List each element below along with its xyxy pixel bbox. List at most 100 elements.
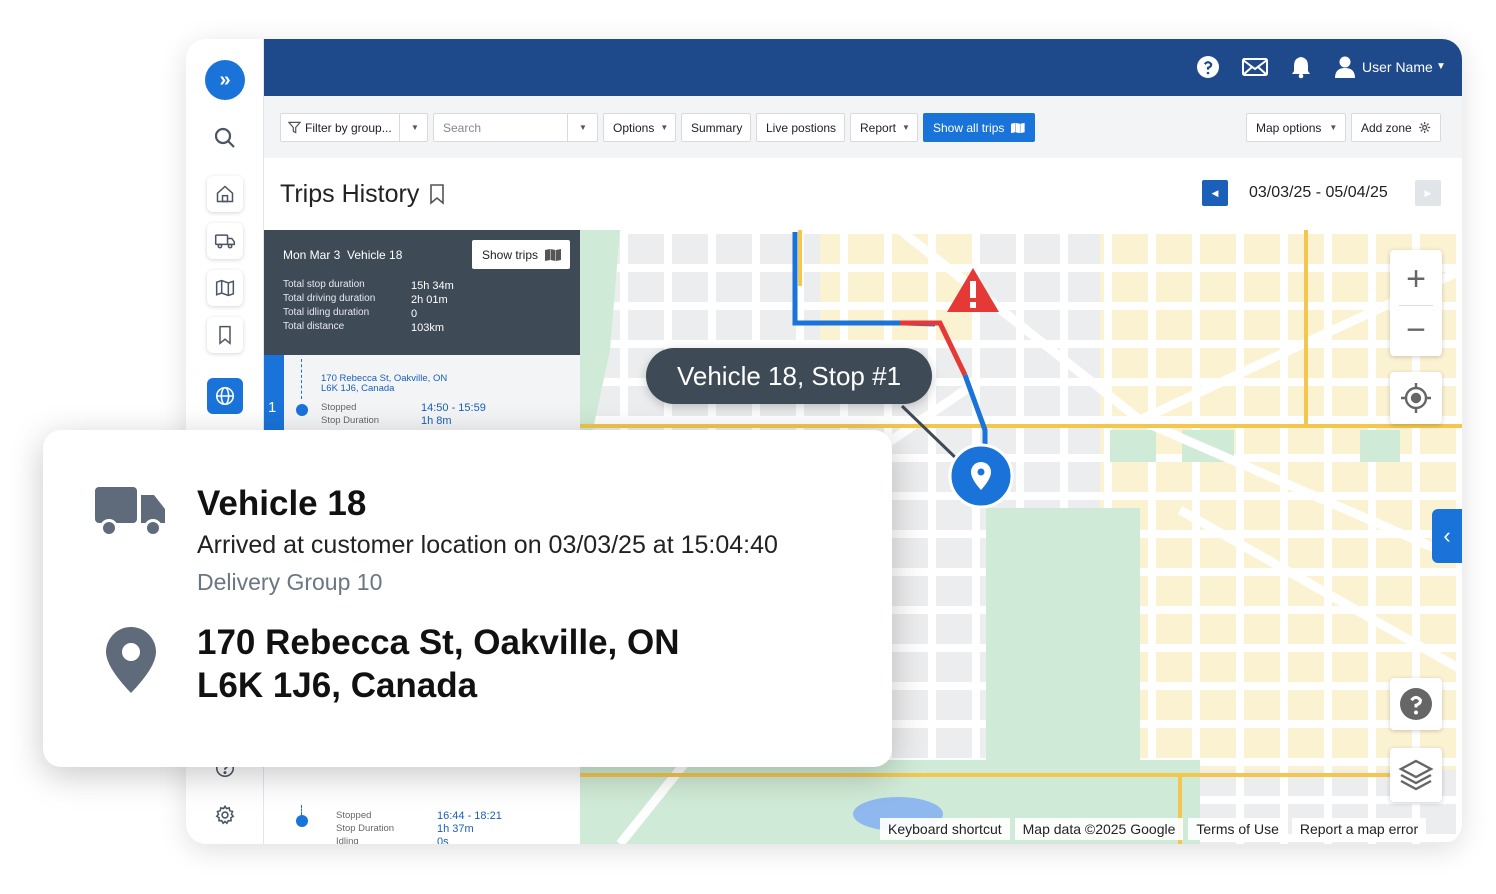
location-pin-icon — [948, 443, 1014, 509]
add-zone-button[interactable]: Add zone — [1351, 113, 1441, 142]
help-icon[interactable] — [1390, 678, 1442, 730]
map-options-button[interactable]: Map options ▼ — [1246, 113, 1346, 142]
expand-icon[interactable]: » — [205, 60, 245, 100]
search-dropdown[interactable]: Search ▼ — [433, 113, 598, 142]
show-trips-label: Show trips — [482, 247, 539, 262]
search-caret-icon: ▼ — [579, 123, 587, 132]
gear-icon — [1418, 121, 1430, 134]
envelope-icon[interactable] — [1242, 58, 1268, 81]
summary-value: 2h 01m — [411, 294, 448, 306]
title-bar: Trips History ◀ 03/03/25 - 05/04/25 ▶ — [264, 158, 1462, 230]
report-label: Report — [860, 120, 897, 135]
stop-dot — [296, 815, 308, 827]
summary-label: Total idling duration — [283, 307, 370, 318]
stop-duration: 1h 8m — [421, 415, 452, 427]
map-data-credit: Map data ©2025 Google — [1014, 818, 1184, 840]
date-range[interactable]: 03/03/25 - 05/04/25 — [1249, 184, 1388, 202]
summary-value: 0 — [411, 308, 418, 320]
address-line2: L6K 1J6, Canada — [197, 666, 478, 705]
bookmark-icon[interactable] — [207, 317, 243, 353]
show-trips-button[interactable]: Show trips — [472, 240, 570, 269]
help-circle-icon[interactable] — [1196, 55, 1220, 84]
options-label: Options — [613, 120, 655, 135]
stop-time: 14:50 - 15:59 — [421, 402, 486, 414]
user-name[interactable]: User Name — [1362, 59, 1433, 75]
page-title: Trips History — [280, 180, 420, 208]
trip-summary: Mon Mar 3 Vehicle 18 Show trips Total st… — [264, 230, 580, 355]
options-caret-icon: ▼ — [660, 123, 669, 132]
toolbar: Filter by group... ▼ Search ▼ Options ▼ … — [264, 96, 1462, 158]
summary-value: 15h 34m — [411, 280, 454, 292]
group-name: Delivery Group 10 — [197, 569, 383, 595]
map-icon — [1011, 122, 1025, 133]
zoom-in-icon[interactable]: + — [1406, 262, 1426, 296]
truck-icon — [95, 487, 167, 544]
stop-duration: 1h 37m — [437, 823, 474, 835]
map-icon — [545, 248, 562, 261]
stop-duration-label: Stop Duration — [321, 415, 380, 426]
summary-label: Total stop duration — [283, 279, 365, 290]
truck-icon[interactable] — [207, 223, 243, 259]
zoom-out-icon[interactable]: − — [1406, 313, 1426, 347]
trip-date: Mon Mar 3 — [283, 248, 341, 262]
my-location-icon[interactable] — [1390, 372, 1442, 424]
live-positions-button[interactable]: Live postions — [756, 113, 845, 142]
address-line1: 170 Rebecca St, Oakville, ON — [197, 623, 680, 662]
home-icon[interactable] — [207, 176, 243, 212]
summary-label: Total distance — [283, 321, 345, 332]
filter-by-group-dropdown[interactable]: Filter by group... ▼ — [280, 113, 428, 142]
stop-time: 16:44 - 18:21 — [437, 810, 502, 822]
terms-link[interactable]: Terms of Use — [1188, 818, 1287, 840]
stop-number: 1 — [264, 355, 284, 430]
filter-label: Filter by group... — [305, 120, 392, 135]
prev-date-button[interactable]: ◀ — [1202, 180, 1228, 206]
search-icon[interactable] — [207, 120, 243, 156]
collapse-panel-icon[interactable]: ‹ — [1432, 509, 1462, 563]
user-menu-caret-icon[interactable]: ▼ — [1436, 61, 1446, 72]
stop-status: Stopped — [321, 402, 357, 413]
map-icon[interactable] — [207, 270, 243, 306]
show-all-trips-button[interactable]: Show all trips — [923, 113, 1035, 142]
report-error-link[interactable]: Report a map error — [1291, 818, 1427, 840]
filter-caret-icon: ▼ — [411, 123, 419, 132]
zoom-controls: + − — [1390, 250, 1442, 356]
globe-icon[interactable] — [207, 378, 243, 414]
next-date-button[interactable]: ▶ — [1415, 180, 1441, 206]
filter-icon — [288, 121, 301, 134]
bookmark-icon[interactable] — [428, 183, 446, 210]
stop-item[interactable]: Stopped 16:44 - 18:21 Stop Duration 1h 3… — [264, 805, 580, 844]
user-icon[interactable] — [1334, 55, 1356, 84]
arrival-text: Arrived at customer location on 03/03/25… — [197, 531, 778, 559]
summary-button[interactable]: Summary — [681, 113, 751, 142]
top-bar: User Name ▼ — [264, 39, 1462, 96]
options-button[interactable]: Options ▼ — [603, 113, 676, 142]
trip-vehicle: Vehicle 18 — [347, 248, 403, 262]
stop-status: Stopped — [336, 810, 372, 821]
summary-label: Summary — [691, 120, 743, 135]
live-positions-label: Live postions — [766, 120, 837, 135]
info-card: Vehicle 18 Arrived at customer location … — [43, 430, 892, 767]
stop-idling-label: Idling — [336, 836, 359, 844]
stop-item[interactable]: 1 170 Rebecca St, Oakville, ON L6K 1J6, … — [264, 355, 580, 430]
stop-address-line2[interactable]: L6K 1J6, Canada — [321, 384, 394, 394]
keyboard-shortcut-link[interactable]: Keyboard shortcut — [880, 818, 1010, 840]
map-options-caret-icon: ▼ — [1329, 123, 1338, 132]
gear-icon[interactable] — [207, 797, 243, 833]
bell-icon[interactable] — [1290, 55, 1312, 84]
show-all-trips-label: Show all trips — [933, 120, 1005, 135]
summary-value: 103km — [411, 322, 445, 334]
map-attribution: Keyboard shortcut Map data ©2025 Google … — [880, 818, 1427, 840]
stop-duration-label: Stop Duration — [336, 823, 395, 834]
stop-callout: Vehicle 18, Stop #1 — [646, 348, 932, 404]
search-placeholder: Search — [443, 120, 482, 135]
report-button[interactable]: Report ▼ — [850, 113, 918, 142]
vehicle-name: Vehicle 18 — [197, 484, 367, 523]
map-options-label: Map options — [1256, 120, 1322, 135]
stop-idling: 0s — [437, 836, 449, 844]
stop-dot — [296, 404, 308, 416]
layers-icon[interactable] — [1390, 748, 1442, 802]
location-pin-icon — [103, 625, 159, 700]
summary-label: Total driving duration — [283, 293, 376, 304]
add-zone-label: Add zone — [1361, 120, 1412, 135]
report-caret-icon: ▼ — [902, 123, 910, 132]
